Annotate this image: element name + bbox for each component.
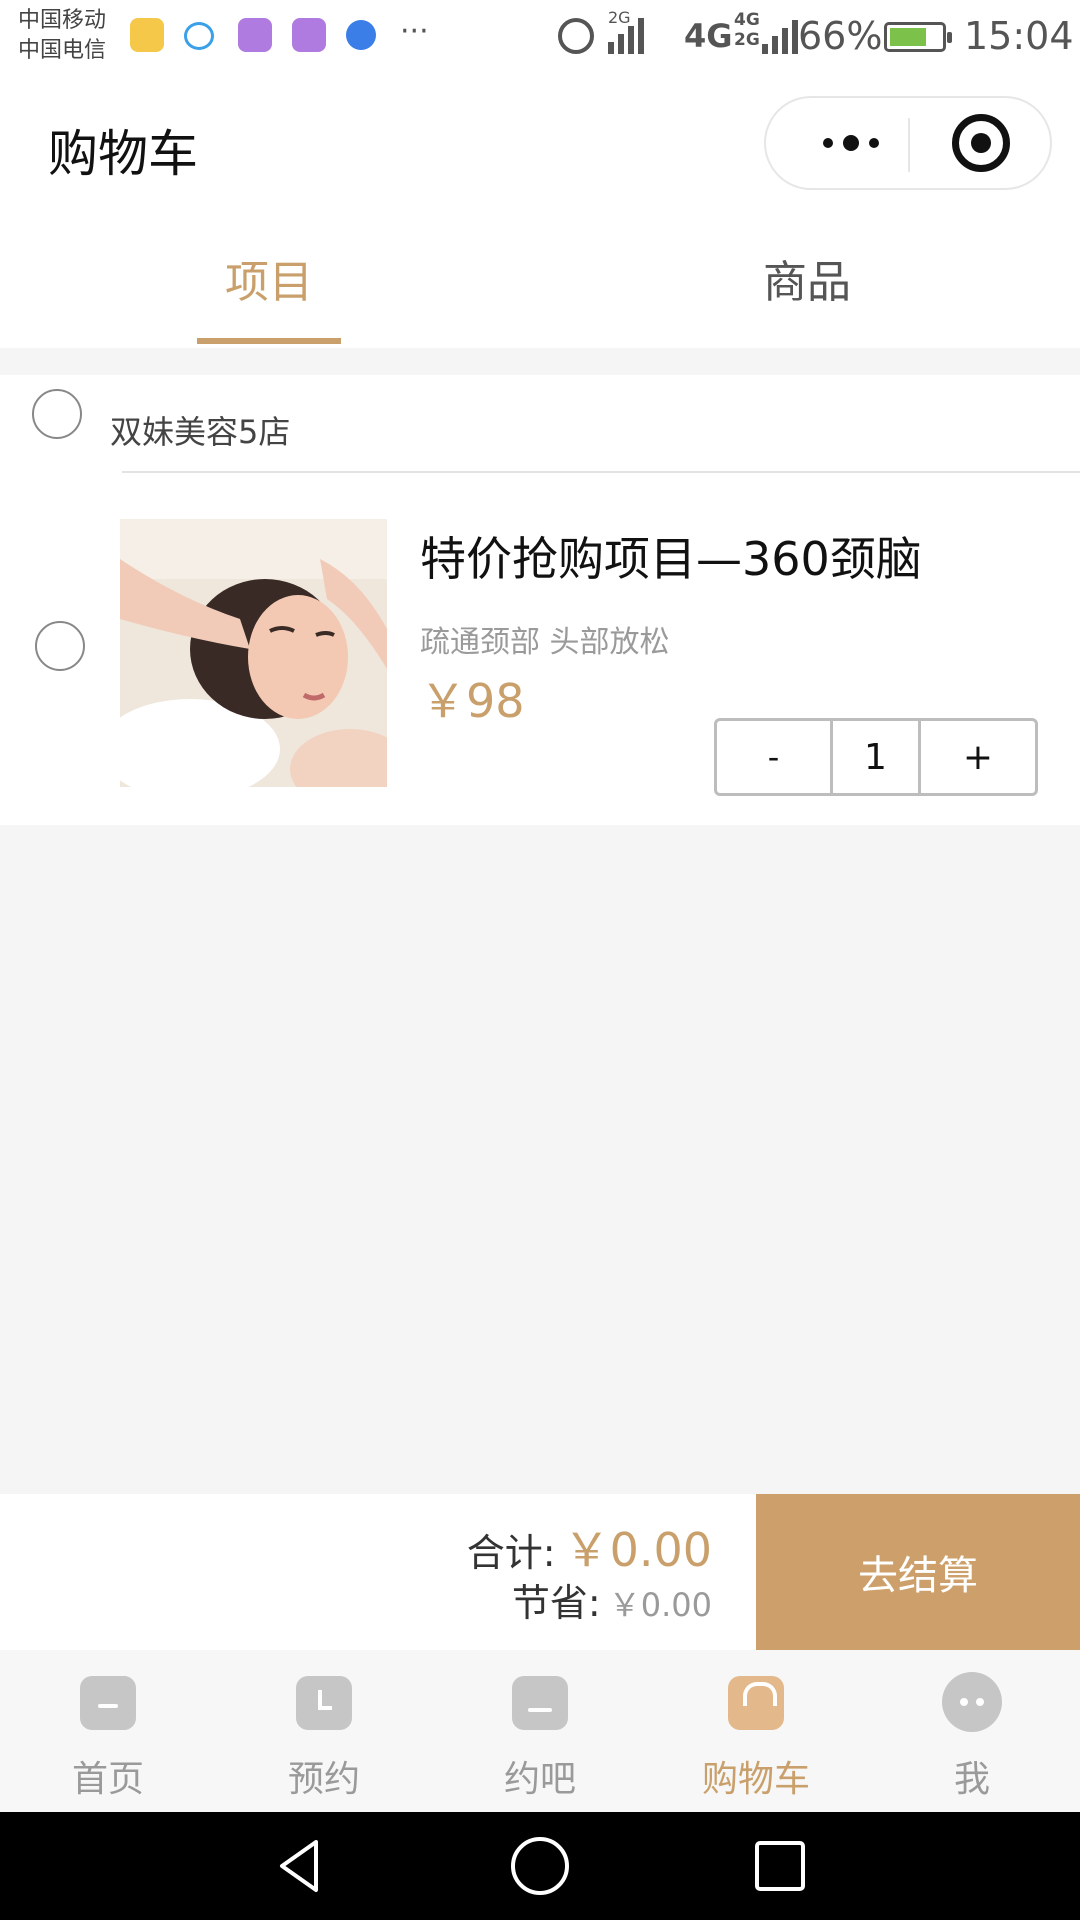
network-label-2: 4G 2G	[734, 10, 760, 50]
checkout-bar: 合计: ￥0.00 节省: ￥0.00 去结算	[0, 1494, 1080, 1650]
savings-row: 节省: ￥0.00	[512, 1572, 712, 1627]
nav-label-booking: 预约	[287, 1759, 360, 1800]
back-icon[interactable]	[268, 1834, 332, 1898]
cart-bag-icon	[728, 1676, 784, 1730]
savings-label: 节省:	[511, 1581, 601, 1625]
tab-bar: 项目 商品	[0, 222, 1080, 348]
battery-percent: 66%	[798, 14, 883, 58]
store-select-radio[interactable]	[32, 389, 82, 439]
mini-program-capsule	[764, 96, 1052, 190]
store-cart-card: 双妹美容5店 特价抢购项目—360颈脑 疏通颈部 头部放松 ￥98 - 1 +	[0, 375, 1080, 825]
network-label-1: 4G	[684, 17, 733, 55]
message-icon	[130, 18, 164, 52]
item-thumbnail[interactable]	[120, 519, 387, 787]
network-label-2a: 4G	[734, 10, 760, 30]
baidu-icon	[346, 20, 376, 50]
recents-icon[interactable]	[748, 1834, 812, 1898]
gallery-icon	[238, 18, 272, 52]
nav-label-meet: 约吧	[503, 1759, 576, 1800]
nav-item-booking[interactable]: 预约	[216, 1650, 432, 1812]
meet-icon	[512, 1676, 568, 1730]
nav-label-home: 首页	[71, 1759, 144, 1800]
network-label-3: 2G	[608, 8, 631, 27]
system-navigation-bar	[0, 1812, 1080, 1920]
nav-item-meet[interactable]: 约吧	[432, 1650, 648, 1812]
page-title: 购物车	[48, 125, 198, 183]
clock: 15:04	[964, 14, 1074, 58]
total-value: ￥0.00	[563, 1523, 712, 1577]
carrier-labels: 中国移动 中国电信	[18, 6, 106, 66]
carrier-2: 中国电信	[18, 38, 107, 63]
increase-quantity-button[interactable]: +	[921, 721, 1035, 793]
nav-label-profile: 我	[953, 1759, 990, 1800]
battery-charging-icon	[884, 22, 952, 52]
capsule-divider	[908, 118, 910, 172]
decrease-quantity-button[interactable]: -	[717, 721, 833, 793]
nav-item-cart[interactable]: 购物车	[648, 1650, 864, 1812]
tab-projects[interactable]: 项目	[225, 254, 313, 312]
home-icon	[80, 1676, 136, 1730]
checkout-button[interactable]: 去结算	[756, 1494, 1080, 1650]
network-label-2b: 2G	[734, 30, 760, 50]
booking-icon	[296, 1676, 352, 1730]
savings-value: ￥0.00	[608, 1586, 712, 1624]
signal-icon-2	[762, 18, 798, 54]
alarm-icon	[558, 18, 594, 54]
total-row: 合计: ￥0.00	[467, 1514, 712, 1580]
active-tab-indicator	[197, 338, 341, 344]
keyboard-icon	[292, 18, 326, 52]
nav-label-cart: 购物车	[701, 1759, 810, 1800]
quantity-stepper: - 1 +	[714, 718, 1038, 796]
quantity-value[interactable]: 1	[833, 721, 921, 793]
item-description: 疏通颈部 头部放松	[420, 625, 670, 660]
more-dots-icon[interactable]	[806, 98, 896, 188]
chat-icon	[184, 22, 214, 50]
divider	[122, 471, 1080, 473]
item-title[interactable]: 特价抢购项目—360颈脑	[420, 523, 922, 589]
massage-photo	[120, 519, 387, 787]
item-price: ￥98	[420, 674, 525, 728]
store-name: 双妹美容5店	[110, 413, 291, 451]
bottom-navigation: 首页 预约 约吧 购物车 我	[0, 1650, 1080, 1812]
title-bar: 购物车	[0, 72, 1080, 222]
profile-icon	[942, 1672, 1002, 1732]
more-notifications-icon: ···	[400, 14, 429, 49]
total-label: 合计:	[466, 1531, 556, 1575]
item-select-radio[interactable]	[35, 621, 85, 671]
home-circle-icon[interactable]	[508, 1834, 572, 1898]
nav-item-profile[interactable]: 我	[864, 1650, 1080, 1812]
target-close-icon[interactable]	[952, 114, 1010, 172]
tab-products[interactable]: 商品	[763, 254, 851, 312]
nav-item-home[interactable]: 首页	[0, 1650, 216, 1812]
status-bar: 中国移动 中国电信 ··· 2G 4G 4G 2G 66% 15:04	[0, 0, 1080, 72]
carrier-1: 中国移动	[18, 8, 107, 33]
